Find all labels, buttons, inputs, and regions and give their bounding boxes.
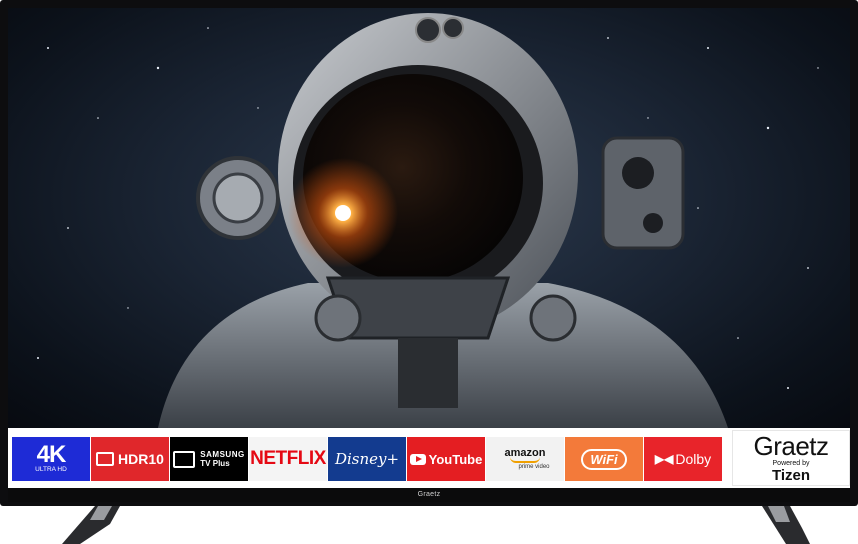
dolby-logo: ▶◀ Dolby (644, 437, 722, 481)
wifi-logo: WiFi (565, 437, 643, 481)
astronaut-illustration (37, 13, 819, 428)
television: 4K ULTRA HD HDR10 SAMSUNG TV Plus NETFLI… (0, 0, 858, 544)
tv-screen (8, 8, 850, 428)
tv-icon (173, 450, 196, 468)
disney-plus-logo: Disney+ (328, 437, 406, 481)
dolby-icon: ▶◀ (654, 452, 674, 466)
play-icon (409, 453, 426, 465)
graetz-tizen-logo: Graetz Powered by Tizen (732, 430, 850, 486)
youtube-logo: YouTube (407, 437, 485, 481)
netflix-logo: NETFLIX (249, 437, 327, 481)
hdr-icon (96, 452, 115, 466)
hdr10-logo: HDR10 (91, 437, 169, 481)
tv-brand-label: Graetz (417, 491, 441, 498)
amazon-prime-video-logo: amazon prime video (486, 437, 564, 481)
samsung-tv-plus-logo: SAMSUNG TV Plus (170, 437, 248, 481)
4k-ultra-hd-logo: 4K ULTRA HD (12, 437, 90, 481)
